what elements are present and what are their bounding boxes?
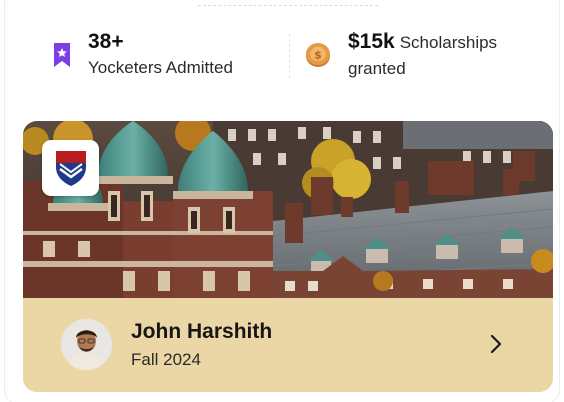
stats-divider bbox=[289, 34, 290, 78]
student-footer[interactable]: John Harshith Fall 2024 bbox=[23, 298, 553, 392]
scholarship-label-line2: granted bbox=[348, 59, 406, 78]
student-name: John Harshith bbox=[131, 320, 273, 343]
stats-row: 38+ Yocketers Admitted $ $15k Scholarship… bbox=[0, 0, 564, 110]
chevron-right-icon[interactable] bbox=[485, 333, 507, 355]
university-shield-logo bbox=[55, 151, 86, 186]
bookmark-star-icon bbox=[48, 41, 76, 69]
university-card[interactable]: John Harshith Fall 2024 bbox=[23, 121, 553, 392]
scholarship-label: Scholarships bbox=[399, 33, 498, 52]
campus-photo bbox=[23, 121, 553, 298]
scholarship-line1: $15k Scholarships bbox=[348, 29, 497, 56]
admitted-label: Yocketers Admitted bbox=[88, 58, 233, 77]
coin-icon: $ bbox=[304, 41, 332, 69]
university-logo bbox=[42, 140, 99, 196]
student-avatar bbox=[61, 319, 112, 370]
admitted-stat: 38+ Yocketers Admitted bbox=[48, 29, 233, 81]
scholarship-amount: $15k bbox=[348, 30, 395, 53]
admitted-count: 38+ bbox=[88, 30, 124, 53]
student-intake: Fall 2024 bbox=[131, 350, 201, 369]
scholarship-stat: $ $15k Scholarships granted bbox=[304, 29, 497, 82]
svg-text:$: $ bbox=[314, 49, 322, 62]
